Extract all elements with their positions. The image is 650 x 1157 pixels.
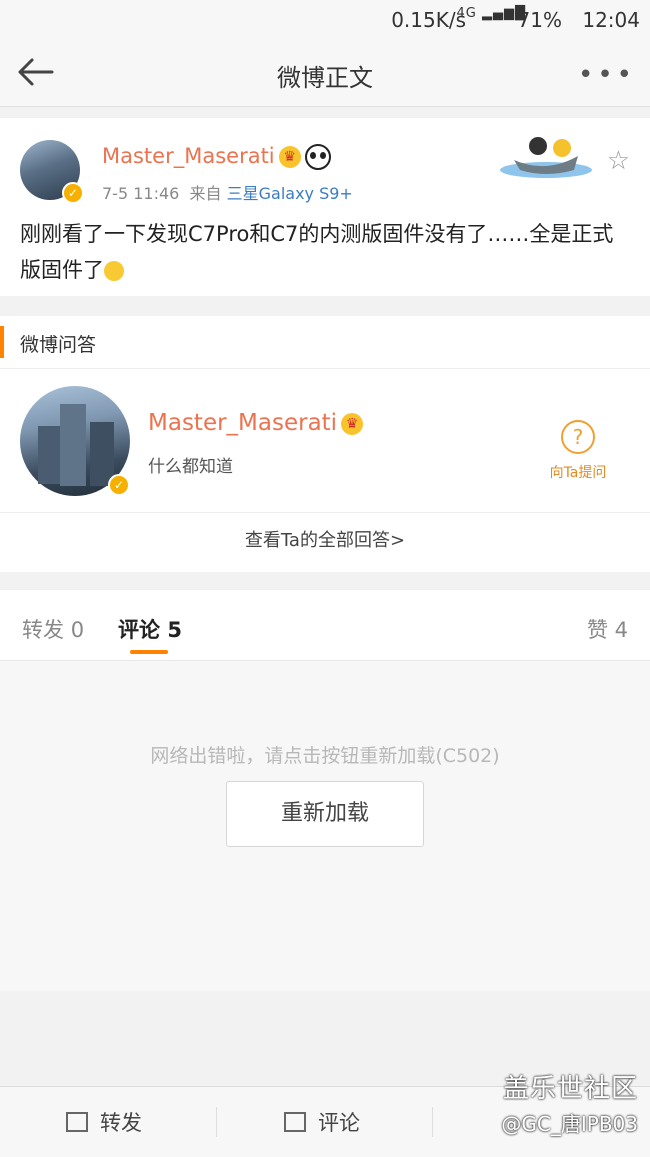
- comment-button[interactable]: 评论: [284, 1107, 360, 1137]
- source-prefix: 来自: [189, 184, 222, 203]
- favorite-star-icon[interactable]: ☆: [607, 146, 630, 176]
- repost-icon: [66, 1112, 88, 1132]
- tab-like-label: 赞: [586, 618, 608, 642]
- page-title: 微博正文: [277, 64, 373, 92]
- tab-repost[interactable]: 转发 0: [22, 614, 84, 644]
- tab-like-count: 4: [614, 618, 628, 642]
- comment-icon: [284, 1112, 306, 1132]
- question-mark-icon: ?: [561, 420, 595, 454]
- nav-bar: 微博正文 •••: [0, 40, 650, 107]
- verified-badge-icon: ✓: [108, 474, 130, 496]
- battery-level: 71%: [517, 8, 562, 32]
- tab-like[interactable]: 赞 4: [587, 614, 628, 644]
- interaction-tabs: 转发 0 评论 5 赞 4: [0, 590, 650, 661]
- verified-badge-icon: ✓: [62, 182, 84, 204]
- watermark-title: 盖乐世社区: [502, 1074, 638, 1104]
- comment-label: 评论: [318, 1111, 360, 1135]
- status-bar: 0.15K/s 4G ▂▄▆█ 71% 12:04: [0, 0, 650, 40]
- crown-icon: ♛: [278, 146, 301, 168]
- repost-button[interactable]: 转发: [66, 1107, 142, 1137]
- toolbar-divider: [432, 1107, 433, 1137]
- tab-repost-label: 转发: [22, 618, 64, 642]
- smile-emoji-icon: [104, 261, 124, 281]
- qa-header: 微博问答: [0, 316, 650, 369]
- network-speed: 0.15K/s: [391, 8, 466, 32]
- tab-comment[interactable]: 评论 5: [118, 614, 182, 644]
- boat-decoration-icon: [500, 137, 592, 178]
- comments-error-area: 网络出错啦，请点击按钮重新加载(C502) 重新加载: [0, 661, 650, 991]
- ask-label: 向Ta提问: [549, 465, 607, 481]
- clock: 12:04: [582, 8, 640, 32]
- repost-label: 转发: [100, 1111, 142, 1135]
- avatar[interactable]: ✓: [20, 140, 84, 204]
- weibo-qa-card: 微博问答 ✓ Master_Maserati ♛ 什么都知道 ? 向Ta提问 查看…: [0, 316, 650, 572]
- signal-label: 4G: [456, 6, 477, 21]
- active-tab-indicator: [130, 650, 168, 654]
- signal-icon: 4G ▂▄▆█: [456, 6, 526, 21]
- qa-bio: 什么都知道: [148, 457, 233, 477]
- post-source[interactable]: 三星Galaxy S9+: [227, 184, 353, 203]
- weibo-post: ✓ Master_Maserati ♛ 7-5 11:46 来自 三星Galaxy…: [0, 118, 650, 296]
- qa-section-label: 微博问答: [20, 334, 97, 356]
- ask-question-button[interactable]: ? 向Ta提问: [546, 420, 610, 482]
- toolbar-divider: [216, 1107, 217, 1137]
- tab-comment-count: 5: [167, 618, 182, 642]
- panda-icon: [304, 144, 331, 170]
- tab-comment-label: 评论: [118, 618, 160, 642]
- error-message: 网络出错啦，请点击按钮重新加载(C502): [150, 745, 500, 767]
- post-username[interactable]: Master_Maserati: [102, 144, 275, 168]
- qa-username[interactable]: Master_Maserati: [148, 410, 337, 436]
- tab-repost-count: 0: [70, 618, 85, 642]
- post-time: 7-5 11:46: [102, 184, 180, 203]
- avatar-large[interactable]: ✓: [20, 386, 130, 496]
- reload-button[interactable]: 重新加载: [226, 781, 424, 847]
- view-all-answers-link[interactable]: 查看Ta的全部回答>: [0, 512, 650, 573]
- section-accent-bar: [0, 326, 4, 358]
- crown-icon: ♛: [341, 412, 364, 435]
- more-icon[interactable]: •••: [578, 60, 636, 90]
- post-meta: 7-5 11:46 来自 三星Galaxy S9+: [102, 180, 353, 204]
- watermark-handle: @GC_唐IPB03: [501, 1112, 638, 1136]
